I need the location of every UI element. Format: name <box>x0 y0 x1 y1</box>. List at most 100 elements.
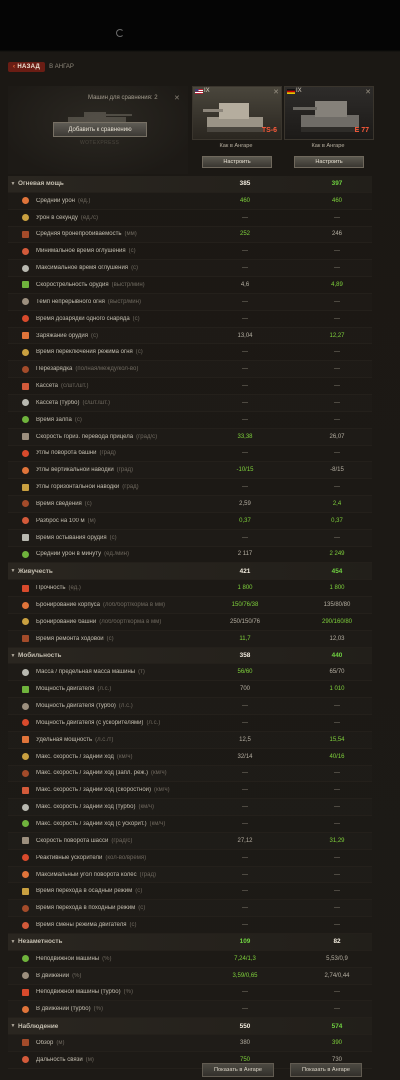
watermark: WOTEXPRESS <box>80 140 120 146</box>
clear-compare-icon[interactable]: ✕ <box>174 94 180 102</box>
category-row[interactable]: ▼ Незаметность 109 82 <box>8 933 372 951</box>
value-tank-1: 0,37 <box>239 517 251 524</box>
value-tank-2: — <box>334 703 340 710</box>
value-tank-2: 4,89 <box>331 281 343 288</box>
stat-label-text: Разброс на 100 м <box>36 517 85 524</box>
autoreload-icon <box>18 364 32 374</box>
value-tank-1: 2 117 <box>237 551 253 558</box>
stat-label-text: Заряжание орудия <box>36 332 89 339</box>
stat-unit: (с) <box>132 315 140 322</box>
stat-unit: (км/ч) <box>116 753 133 760</box>
stat-unit: (км/ч) <box>151 770 167 777</box>
breadcrumb: ‹ НАЗАД В АНГАР <box>8 60 74 74</box>
stat-unit: (град) <box>139 871 156 878</box>
value-tank-2: 454 <box>331 567 343 575</box>
stat-unit: (с) <box>131 265 139 272</box>
rocket-boost-icon <box>18 853 32 863</box>
stat-unit: (с) <box>135 888 143 895</box>
view-range-icon <box>18 1038 32 1048</box>
stat-label-text: Макс. скорость / задний ход (скоростной) <box>36 787 152 794</box>
stat-label: Макс. скорость / задний ход (скоростной)… <box>36 787 216 793</box>
stat-label: Обзор (м) <box>36 1040 216 1046</box>
loading-spinner-icon <box>116 29 124 37</box>
stat-label: Средняя бронепробиваемость (мм) <box>36 231 216 237</box>
configure-button-2[interactable]: Настроить <box>294 156 364 168</box>
stat-label: Мощность двигателя (с ускорителями) (л.с.… <box>36 720 216 726</box>
value-tank-1: — <box>242 703 248 710</box>
collapse-arrow-icon[interactable]: ▼ <box>8 939 18 945</box>
stat-label-text: Реактивные ускорители <box>36 854 103 861</box>
tank-card-2[interactable]: IX ✕ E 77 Как в Ангаре Настроить <box>284 86 374 174</box>
value-tank-2: — <box>334 248 340 255</box>
stat-unit: (мм) <box>124 231 137 238</box>
stat-row: Углы поворота башни (град) — — <box>8 446 372 463</box>
configure-button-1[interactable]: Настроить <box>202 156 272 168</box>
add-to-compare-button[interactable]: Добавить к сравнению <box>53 122 147 137</box>
stat-label: Время смены режима двигателя (с) <box>36 922 216 928</box>
stat-label: Макс. скорость / задний ход (с ускорит.)… <box>36 821 216 827</box>
stat-row: Мощность двигателя (л.с.) 700 1 010 <box>8 681 372 699</box>
value-tank-2: — <box>334 989 340 996</box>
stat-label: В движении (%) <box>36 973 216 979</box>
stat-unit: (ед.) <box>77 197 91 204</box>
stat-label-text: В движении <box>36 972 70 979</box>
value-tank-1: — <box>242 854 248 861</box>
value-tank-2: 26,07 <box>329 433 345 440</box>
value-tank-2: — <box>334 534 340 541</box>
stat-label-text: Макс. скорость / задний ход (запл. реж.) <box>36 770 149 777</box>
show-in-hangar-button-1[interactable]: Показать в Ангаре <box>202 1063 274 1077</box>
value-tank-2: 1 800 <box>329 585 345 592</box>
stat-unit: (л.с.) <box>97 686 112 693</box>
camo-still-icon <box>18 954 32 964</box>
value-tank-2: 574 <box>331 1022 343 1030</box>
stat-row: Реактивные ускорители (кол-во/время) — — <box>8 850 372 867</box>
stat-label-text: Время смены режима двигателя <box>36 922 127 929</box>
stat-label: Удельная мощность (л.с./т) <box>36 737 216 743</box>
collapse-arrow-icon[interactable]: ▼ <box>8 653 18 659</box>
stat-row: Бронирование башни (лоб/борт/корма в мм) 2… <box>8 614 372 631</box>
stat-label: Неподвижной машины (%) <box>36 956 216 962</box>
stat-label: Кассета (с/шт./шт.) <box>36 383 216 389</box>
stat-row: Макс. скорость / задний ход (с ускорит.)… <box>8 816 372 833</box>
value-tank-2: 390 <box>331 1039 342 1046</box>
hp-icon <box>18 583 32 593</box>
show-in-hangar-button-2[interactable]: Показать в Ангаре <box>290 1063 362 1077</box>
category-row[interactable]: ▼ Мобильность 358 440 <box>8 647 372 665</box>
tank-card-1[interactable]: IX ✕ TS-6 Как в Ангаре Настроить <box>192 86 282 174</box>
stat-row: Средний урон (ед.) 460 460 <box>8 193 372 210</box>
stat-row: Неподвижной машины (турбо) (%) — — <box>8 985 372 1002</box>
collapse-arrow-icon[interactable]: ▼ <box>8 568 18 574</box>
stat-label: Скорострельность орудия (выстр/мин) <box>36 282 216 288</box>
value-tank-1: — <box>242 383 248 390</box>
collapse-arrow-icon[interactable]: ▼ <box>8 1023 18 1029</box>
stat-label: Время перехода в походный режим (с) <box>36 905 216 911</box>
category-row[interactable]: ▼ Живучесть 421 454 <box>8 563 372 581</box>
speed-turbo-icon <box>18 802 32 812</box>
category-row[interactable]: ▼ Наблюдение 550 574 <box>8 1018 372 1036</box>
stat-label: Углы вертикальной наводки (град) <box>36 467 216 473</box>
category-label: Огневая мощь <box>18 180 64 188</box>
value-tank-1: — <box>242 416 248 423</box>
category-row[interactable]: ▼ Огневая мощь 385 397 <box>8 176 372 193</box>
stat-label-text: Время перехода в осадный режим <box>36 888 133 895</box>
stat-label: Время перехода в осадный режим (с) <box>36 888 216 894</box>
stats-table: ▼ Огневая мощь 385 397 Средний урон (ед.) 460 4… <box>8 176 372 1069</box>
back-button[interactable]: ‹ НАЗАД <box>8 62 46 72</box>
stat-row: Перезарядка (полная/между/кол-во) — — <box>8 361 372 379</box>
speed-mode-icon <box>18 768 32 778</box>
shell-reload-icon <box>18 314 32 324</box>
value-tank-1: 2,59 <box>239 500 251 507</box>
stat-label: Время переключения режима огня (с) <box>36 349 216 355</box>
stat-unit: (%) <box>72 972 82 979</box>
value-tank-1: — <box>242 719 248 726</box>
speed-icon <box>18 752 32 762</box>
stat-label-text: Максимальный угол поворота колёс <box>36 871 137 878</box>
value-tank-1: — <box>242 248 248 255</box>
collapse-arrow-icon[interactable]: ▼ <box>8 181 18 187</box>
stat-row: Время перехода в осадный режим (с) — — <box>8 883 372 901</box>
value-tank-1: — <box>242 922 248 929</box>
value-tank-2: 5,53/0,9 <box>326 955 348 962</box>
value-tank-2: 440 <box>331 652 343 660</box>
stat-label: Бронирование корпуса (лоб/борт/корма в мм… <box>36 602 216 608</box>
stat-unit: (ед./с) <box>80 214 98 221</box>
